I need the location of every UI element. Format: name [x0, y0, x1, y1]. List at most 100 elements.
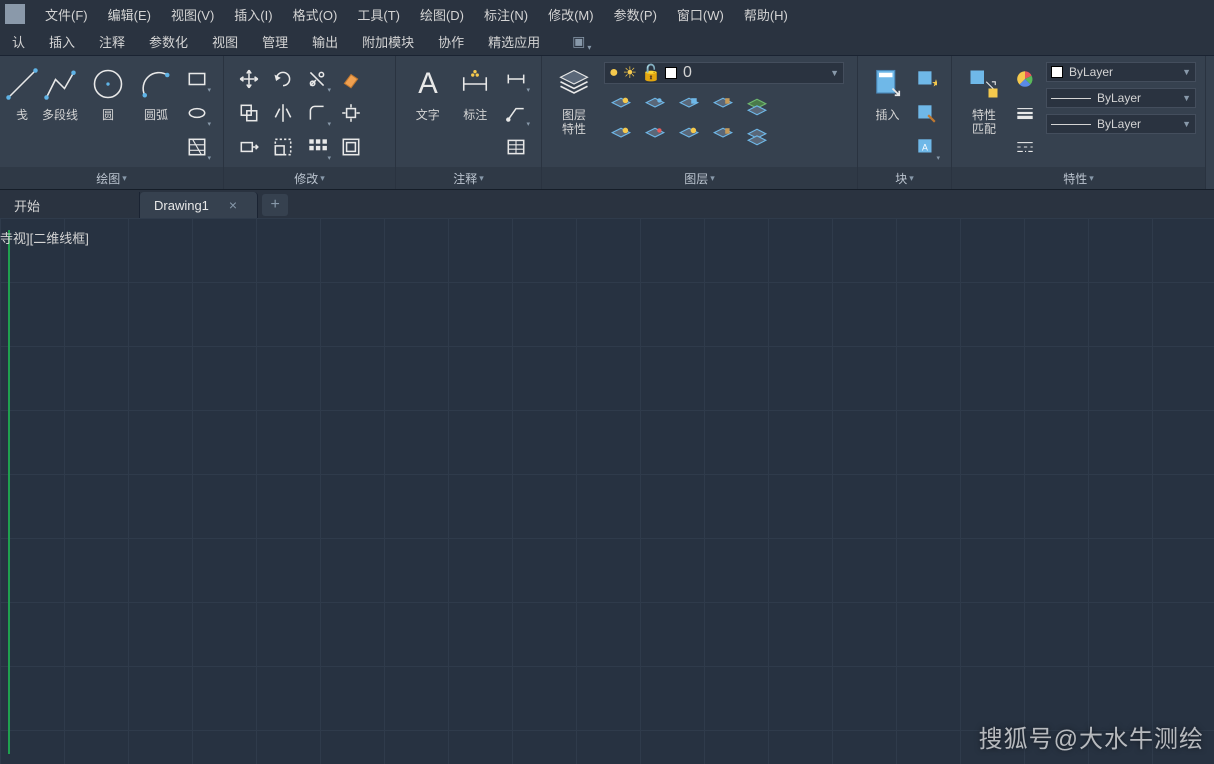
- layer-match[interactable]: [742, 122, 772, 152]
- tool-block-attribute[interactable]: A: [911, 132, 941, 162]
- menu-file[interactable]: 文件(F): [35, 0, 98, 28]
- ribbon-tab-parametric[interactable]: 参数化: [137, 28, 200, 55]
- tool-arc[interactable]: 圆弧: [132, 62, 180, 122]
- tool-offset[interactable]: [336, 132, 366, 162]
- tool-dimension[interactable]: 标注: [452, 62, 500, 122]
- tool-trim[interactable]: [302, 64, 332, 94]
- ucs-y-axis: [8, 230, 10, 754]
- tool-layer-properties[interactable]: 图层 特性: [550, 62, 598, 136]
- ribbon-tab-featured[interactable]: 精选应用: [476, 28, 552, 55]
- layer-lock[interactable]: [708, 92, 738, 122]
- tool-move[interactable]: [234, 64, 264, 94]
- canvas-grid: [0, 218, 1214, 764]
- dropdown-lineweight[interactable]: ByLayer▼: [1046, 88, 1196, 108]
- menu-edit[interactable]: 编辑(E): [98, 0, 161, 28]
- tab-close-icon[interactable]: ×: [229, 197, 237, 213]
- panel-modify-label[interactable]: 修改: [224, 167, 395, 189]
- ribbon-tab-view[interactable]: 视图: [200, 28, 250, 55]
- ribbon-tab-addins[interactable]: 附加模块: [350, 28, 426, 55]
- menu-modify[interactable]: 修改(M): [538, 0, 604, 28]
- panel-block-label[interactable]: 块: [858, 167, 951, 189]
- tool-stretch[interactable]: [234, 132, 264, 162]
- menu-format[interactable]: 格式(O): [283, 0, 348, 28]
- panel-properties-label[interactable]: 特性: [952, 167, 1205, 189]
- dropdown-linetype[interactable]: ByLayer▼: [1046, 114, 1196, 134]
- tool-line[interactable]: 戋: [8, 62, 36, 122]
- tool-rotate[interactable]: [268, 64, 298, 94]
- ribbon-tab-default[interactable]: 认: [0, 28, 37, 55]
- ribbon-tab-manage[interactable]: 管理: [250, 28, 300, 55]
- tool-lineweight-icon[interactable]: [1010, 98, 1040, 128]
- tool-rectangle[interactable]: [182, 64, 212, 94]
- tool-block-insert[interactable]: 插入: [866, 62, 909, 122]
- ribbon-tabs: 认 插入 注释 参数化 视图 管理 输出 附加模块 协作 精选应用 ▣: [0, 28, 1214, 56]
- tool-color-wheel[interactable]: [1010, 64, 1040, 94]
- tool-explode[interactable]: [336, 98, 366, 128]
- dropdown-color[interactable]: ByLayer▼: [1046, 62, 1196, 82]
- panel-annotate-label[interactable]: 注释: [396, 167, 541, 189]
- layer-unlock[interactable]: [708, 122, 738, 152]
- ribbon-toggle-icon[interactable]: ▣: [572, 33, 585, 50]
- tool-mirror[interactable]: [268, 98, 298, 128]
- layer-make-current[interactable]: [742, 92, 772, 122]
- new-tab-button[interactable]: +: [262, 194, 288, 216]
- menu-tools[interactable]: 工具(T): [347, 0, 410, 28]
- tool-linetype-icon[interactable]: [1010, 132, 1040, 162]
- tool-ellipse[interactable]: [182, 98, 212, 128]
- menu-parametric[interactable]: 参数(P): [604, 0, 667, 28]
- tool-array[interactable]: [302, 132, 332, 162]
- tool-block-edit[interactable]: [911, 98, 941, 128]
- tool-leader[interactable]: [501, 98, 531, 128]
- tool-table[interactable]: [501, 132, 531, 162]
- watermark-text: 搜狐号@大水牛测绘: [979, 719, 1204, 754]
- layer-thaw[interactable]: [674, 122, 704, 152]
- lock-icon: 🔓: [641, 63, 661, 83]
- panel-annotate: A 文字 标注 注释: [396, 56, 542, 189]
- tool-block-create[interactable]: ★: [911, 64, 941, 94]
- panel-block: 插入 ★ A 块: [858, 56, 952, 189]
- app-icon: [5, 4, 25, 24]
- layer-color-swatch: [665, 67, 677, 79]
- menubar: 文件(F) 编辑(E) 视图(V) 插入(I) 格式(O) 工具(T) 绘图(D…: [0, 0, 1214, 28]
- menu-insert[interactable]: 插入(I): [224, 0, 282, 28]
- ribbon-tab-collab[interactable]: 协作: [426, 28, 476, 55]
- tool-linear-dim[interactable]: [501, 64, 531, 94]
- tool-erase[interactable]: [336, 64, 366, 94]
- document-tabs: 开始 Drawing1 × +: [0, 190, 1214, 218]
- layer-dropdown[interactable]: ● ☀ 🔓 0 ▼: [604, 62, 844, 84]
- layer-isolate[interactable]: [640, 92, 670, 122]
- tool-match-properties[interactable]: 特性 匹配: [960, 62, 1008, 136]
- layer-freeze[interactable]: [674, 92, 704, 122]
- layer-off[interactable]: [606, 92, 636, 122]
- menu-view[interactable]: 视图(V): [161, 0, 224, 28]
- sun-icon: ☀: [623, 63, 637, 83]
- ribbon-tab-annotate[interactable]: 注释: [87, 28, 137, 55]
- tab-start[interactable]: 开始: [0, 192, 140, 218]
- panel-modify: 修改: [224, 56, 396, 189]
- ribbon-tab-output[interactable]: 输出: [300, 28, 350, 55]
- svg-text:A: A: [418, 68, 438, 100]
- tool-polyline[interactable]: 多段线: [36, 62, 84, 122]
- tool-hatch[interactable]: [182, 132, 212, 162]
- panel-layers-label[interactable]: 图层: [542, 167, 857, 189]
- svg-text:★: ★: [932, 79, 938, 90]
- menu-dimension[interactable]: 标注(N): [474, 0, 538, 28]
- tool-copy[interactable]: [234, 98, 264, 128]
- drawing-canvas[interactable]: 寺视][二维线框] 搜狐号@大水牛测绘: [0, 218, 1214, 764]
- tool-scale[interactable]: [268, 132, 298, 162]
- ribbon: 戋 多段线 圆 圆弧 绘图: [0, 56, 1214, 190]
- tool-text[interactable]: A 文字: [404, 62, 452, 122]
- layer-on[interactable]: [606, 122, 636, 152]
- svg-text:A: A: [922, 142, 928, 152]
- panel-draw-label[interactable]: 绘图: [0, 167, 223, 189]
- menu-window[interactable]: 窗口(W): [667, 0, 734, 28]
- ribbon-tab-insert[interactable]: 插入: [37, 28, 87, 55]
- menu-draw[interactable]: 绘图(D): [410, 0, 474, 28]
- tool-fillet[interactable]: [302, 98, 332, 128]
- tool-circle[interactable]: 圆: [84, 62, 132, 122]
- layer-unisolate[interactable]: [640, 122, 670, 152]
- panel-properties: 特性 匹配 ByLayer▼ ByLayer▼ ByLayer▼ 特性: [952, 56, 1206, 189]
- view-mode-label[interactable]: 寺视][二维线框]: [0, 228, 89, 247]
- tab-drawing1[interactable]: Drawing1 ×: [140, 192, 258, 218]
- menu-help[interactable]: 帮助(H): [734, 0, 798, 28]
